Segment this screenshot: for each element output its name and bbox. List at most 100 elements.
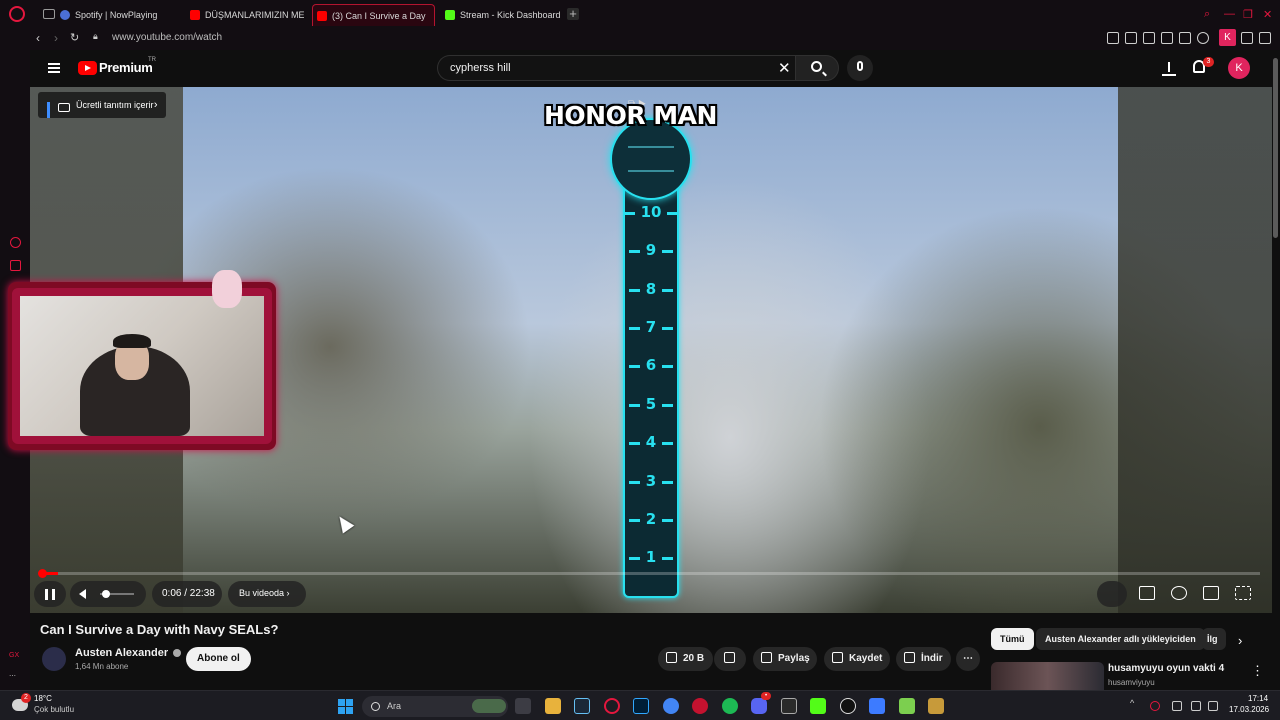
weather-description[interactable]: Çok bulutlu [34, 705, 74, 714]
fullscreen-icon[interactable] [1235, 586, 1251, 600]
blue-app-icon[interactable] [869, 698, 885, 714]
progress-scrubber[interactable] [38, 569, 47, 578]
subtitles-icon[interactable] [1139, 586, 1155, 600]
opera-gx-icon[interactable] [604, 698, 620, 714]
more-actions-button[interactable]: ⋯ [956, 647, 980, 671]
paid-promotion-notice[interactable]: Ücretli tanıtım içerir › [38, 92, 166, 118]
tab-can-i-survive[interactable]: (3) Can I Survive a Day [312, 4, 435, 26]
discord-icon[interactable] [751, 698, 767, 714]
recommendation-title[interactable]: husamyuyu oyun vakti 4 [1108, 663, 1224, 674]
clock-time[interactable]: 17:14 [1248, 694, 1268, 703]
download-button[interactable]: İndir [896, 647, 951, 671]
search-button[interactable] [795, 55, 839, 81]
new-tab-button[interactable]: + [567, 7, 579, 20]
scrollbar-thumb[interactable] [1273, 58, 1278, 238]
history-icon[interactable] [10, 237, 21, 248]
subscribe-button[interactable]: Abone ol [186, 647, 251, 671]
channel-avatar[interactable] [42, 647, 66, 671]
youtube-logo-icon[interactable] [78, 61, 97, 75]
meter-tick-1: 1 [623, 548, 679, 566]
overlay-title: HONOR MAN [544, 101, 717, 130]
epic-games-icon[interactable] [781, 698, 797, 714]
play-pause-button[interactable] [34, 581, 66, 607]
save-button[interactable]: Kaydet [824, 647, 890, 671]
profile-avatar[interactable]: K [1219, 29, 1236, 46]
dislike-button[interactable] [714, 647, 746, 671]
more-icon[interactable]: ⋯ [9, 672, 16, 680]
hamburger-menu-icon[interactable] [48, 63, 60, 73]
create-upload-icon[interactable] [1162, 60, 1176, 76]
windows-start-icon[interactable] [338, 699, 353, 714]
pin-icon[interactable] [1107, 32, 1119, 44]
yellow-app-icon[interactable] [928, 698, 944, 714]
grid-app-icon[interactable] [899, 698, 915, 714]
volume-knob[interactable] [101, 590, 110, 598]
minimize-icon[interactable]: — [1224, 8, 1235, 20]
settings-gear-icon[interactable] [1171, 586, 1187, 600]
volume-slider[interactable] [100, 590, 134, 598]
recommendation-more-icon[interactable]: ⋮ [1251, 663, 1264, 679]
menu-icon[interactable] [1259, 32, 1271, 44]
voice-search-button[interactable] [847, 55, 873, 81]
tab-manager-icon[interactable] [43, 9, 55, 19]
tray-chevron-icon[interactable]: ^ [1130, 698, 1140, 708]
kick-app-icon[interactable] [810, 698, 826, 714]
download-icon[interactable] [1241, 32, 1253, 44]
tab-spotify[interactable]: Spotify | NowPlaying [56, 4, 184, 26]
chips-next-chevron-icon[interactable]: › [1238, 633, 1242, 648]
reload-icon[interactable]: ↻ [70, 31, 79, 44]
display-tray-icon[interactable] [1191, 701, 1201, 711]
back-icon[interactable]: ‹ [36, 31, 40, 45]
channel-name[interactable]: Austen Alexander [75, 647, 182, 659]
forward-icon[interactable]: › [54, 31, 58, 45]
search-highlight-icon[interactable] [472, 699, 506, 713]
opera-tray-icon[interactable] [1150, 701, 1160, 711]
chip-related[interactable]: İlg [1202, 628, 1226, 650]
translate-icon[interactable] [1161, 32, 1173, 44]
temperature[interactable]: 18°C [34, 694, 52, 703]
like-button[interactable]: 20 B [658, 647, 713, 671]
snapshot-icon[interactable] [1125, 32, 1137, 44]
promo-accent-bar [47, 102, 50, 118]
file-explorer-icon[interactable] [545, 698, 561, 714]
share-button[interactable]: Paylaş [753, 647, 817, 671]
recommendation-thumbnail[interactable] [991, 662, 1104, 690]
tab-kick-dashboard[interactable]: Stream - Kick Dashboard [441, 4, 563, 26]
account-avatar[interactable]: K [1228, 57, 1250, 79]
chrome-icon[interactable] [663, 698, 679, 714]
chip-all[interactable]: Tümü [991, 628, 1034, 650]
autoplay-toggle[interactable] [1097, 581, 1127, 607]
mic-tray-icon[interactable] [1172, 701, 1182, 711]
page-scrollbar[interactable] [1272, 50, 1280, 690]
recommendation-channel[interactable]: husamviyuyu [1108, 678, 1155, 687]
url-field[interactable]: www.youtube.com/watch [112, 32, 222, 43]
red-app-icon[interactable] [692, 698, 708, 714]
clear-search-icon[interactable]: ✕ [778, 59, 791, 77]
obs-icon[interactable] [840, 698, 856, 714]
photoshop-icon[interactable] [633, 698, 649, 714]
progress-bar[interactable] [38, 569, 1260, 578]
speaker-tray-icon[interactable] [1208, 701, 1218, 711]
spotify-icon[interactable] [722, 698, 738, 714]
volume-icon[interactable] [79, 589, 86, 599]
close-window-icon[interactable]: ✕ [1263, 8, 1272, 21]
play-icon[interactable] [1179, 32, 1191, 44]
search-input[interactable]: cypherss hill ✕ [437, 55, 795, 81]
heart-icon[interactable] [1197, 32, 1209, 44]
maximize-icon[interactable]: ❐ [1243, 8, 1253, 21]
search-tabs-icon[interactable]: ⌕ [1204, 8, 1210, 21]
clock-date[interactable]: 17.03.2026 [1229, 705, 1269, 714]
webcam-feed [12, 288, 272, 444]
shield-icon[interactable] [1143, 32, 1155, 44]
tab-dusmanlarimizin[interactable]: DÜŞMANLARIMIZIN MEKA [186, 4, 304, 26]
task-view-icon[interactable] [515, 698, 531, 714]
globe-icon [60, 10, 70, 20]
steam-icon[interactable] [574, 698, 590, 714]
opera-logo-icon[interactable] [9, 6, 25, 22]
youtube-header: Premium TR cypherss hill ✕ 3 K [30, 50, 1272, 87]
youtube-premium-logo[interactable]: Premium [99, 60, 153, 75]
region-code: TR [148, 57, 156, 63]
miniplayer-icon[interactable] [1203, 586, 1219, 600]
chip-from-uploader[interactable]: Austen Alexander adlı yükleyiciden [1036, 628, 1205, 650]
extensions-icon[interactable] [10, 260, 21, 271]
